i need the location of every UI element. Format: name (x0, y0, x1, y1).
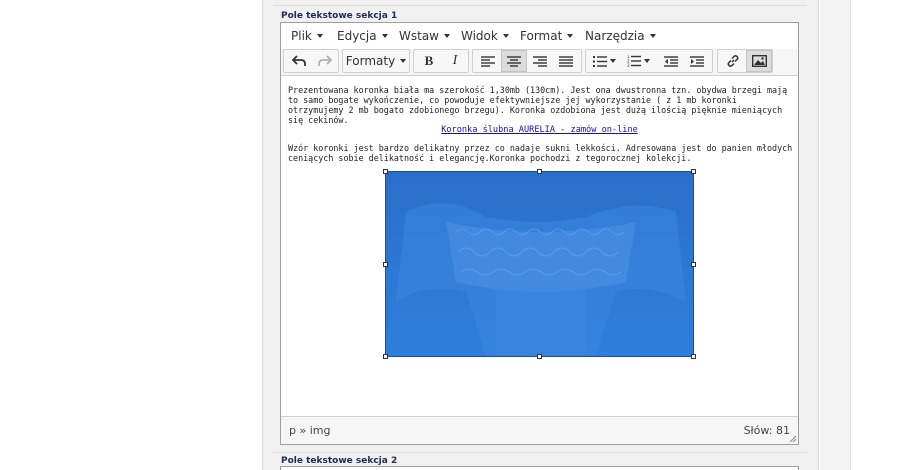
menu-format[interactable]: Format (520, 29, 574, 43)
resize-handle-sw[interactable] (383, 354, 388, 359)
section-2-title: Pole tekstowe sekcja 2 (281, 456, 398, 466)
panel-divider-top (273, 5, 807, 6)
formats-dropdown[interactable]: Formaty (342, 49, 410, 73)
chevron-down-icon (502, 34, 509, 38)
menu-insert-label: Wstaw (399, 29, 439, 43)
chevron-down-icon (643, 59, 650, 63)
list-group: 123 (585, 49, 713, 73)
chevron-down-icon (609, 59, 616, 63)
content-link[interactable]: Koronka ślubna AURELIA - zamów on-line (281, 125, 798, 135)
indent-icon (690, 55, 704, 67)
link-icon (727, 55, 739, 67)
insert-group (717, 49, 773, 73)
text-style-group: B I (413, 49, 469, 73)
resize-handle-s[interactable] (537, 354, 542, 359)
resize-handle-n[interactable] (537, 169, 542, 174)
chevron-down-icon (316, 34, 323, 38)
undo-button[interactable] (286, 50, 312, 72)
align-right-button[interactable] (527, 50, 553, 72)
menu-tools-label: Narzędzia (585, 29, 645, 43)
align-justify-icon (559, 55, 573, 67)
editor-content-area[interactable]: Prezentowana koronka biała ma szerokość … (281, 76, 798, 416)
rich-text-editor[interactable]: Plik Edycja Wstaw Widok Format Narzędzia… (280, 22, 799, 445)
lace-photo (386, 172, 693, 356)
section-1-title: Pole tekstowe sekcja 1 (281, 11, 398, 21)
svg-text:3: 3 (627, 63, 630, 67)
outdent-icon (664, 55, 678, 67)
chevron-down-icon (381, 34, 388, 38)
undo-icon (292, 55, 306, 66)
menu-edit[interactable]: Edycja (337, 29, 388, 43)
resize-handle-ne[interactable] (691, 169, 696, 174)
bullet-list-icon (592, 55, 607, 67)
numbered-list-icon: 123 (627, 55, 641, 67)
formats-button[interactable]: Formaty (343, 50, 409, 72)
image-button[interactable] (746, 50, 772, 72)
formats-label: Formaty (345, 54, 396, 68)
content-paragraph-2: Wzór koronki jest bardzo delikatny przez… (288, 143, 793, 163)
editor-statusbar: p » img Słów: 81 (281, 416, 798, 444)
resize-handle-nw[interactable] (383, 169, 388, 174)
selected-image[interactable] (385, 171, 694, 357)
align-justify-button[interactable] (553, 50, 579, 72)
menu-format-label: Format (520, 29, 563, 43)
align-left-icon (481, 55, 495, 67)
resize-handle-w[interactable] (383, 262, 388, 267)
history-group (283, 49, 339, 73)
chevron-down-icon (567, 34, 574, 38)
right-strip (820, 0, 851, 470)
menu-view[interactable]: Widok (461, 29, 509, 43)
outdent-button[interactable] (658, 50, 684, 72)
panel-divider-bottom (273, 452, 807, 453)
menu-file-label: Plik (291, 29, 312, 43)
align-center-button[interactable] (501, 50, 527, 72)
resize-grip-icon[interactable] (788, 434, 797, 443)
align-center-icon (507, 55, 521, 67)
redo-button[interactable] (312, 50, 338, 72)
bold-button[interactable]: B (416, 50, 442, 72)
image-icon (751, 55, 767, 67)
menu-tools[interactable]: Narzędzia (585, 29, 656, 43)
chevron-down-icon (444, 34, 450, 38)
menu-file[interactable]: Plik (291, 29, 323, 43)
italic-button[interactable]: I (442, 50, 468, 72)
alignment-group (472, 49, 582, 73)
align-left-button[interactable] (475, 50, 501, 72)
resize-handle-e[interactable] (691, 262, 696, 267)
section-2-editor-edge (280, 466, 799, 470)
menu-edit-label: Edycja (337, 29, 377, 43)
chevron-down-icon (400, 59, 407, 63)
numbered-list-button[interactable]: 123 (620, 50, 656, 72)
chevron-down-icon (649, 34, 656, 38)
content-paragraph-1: Prezentowana koronka biała ma szerokość … (288, 85, 788, 125)
resize-handle-se[interactable] (691, 354, 696, 359)
indent-button[interactable] (684, 50, 710, 72)
editor-menubar: Plik Edycja Wstaw Widok Format Narzędzia (281, 23, 798, 50)
redo-icon (318, 55, 332, 66)
align-right-icon (533, 55, 547, 67)
link-button[interactable] (720, 50, 746, 72)
menu-insert[interactable]: Wstaw (399, 29, 450, 43)
bullet-list-button[interactable] (588, 50, 620, 72)
element-path[interactable]: p » img (289, 424, 330, 437)
menu-view-label: Widok (461, 29, 498, 43)
word-count: Słów: 81 (743, 424, 790, 437)
editor-toolbar: Formaty B I 1 2 3 (281, 49, 798, 76)
